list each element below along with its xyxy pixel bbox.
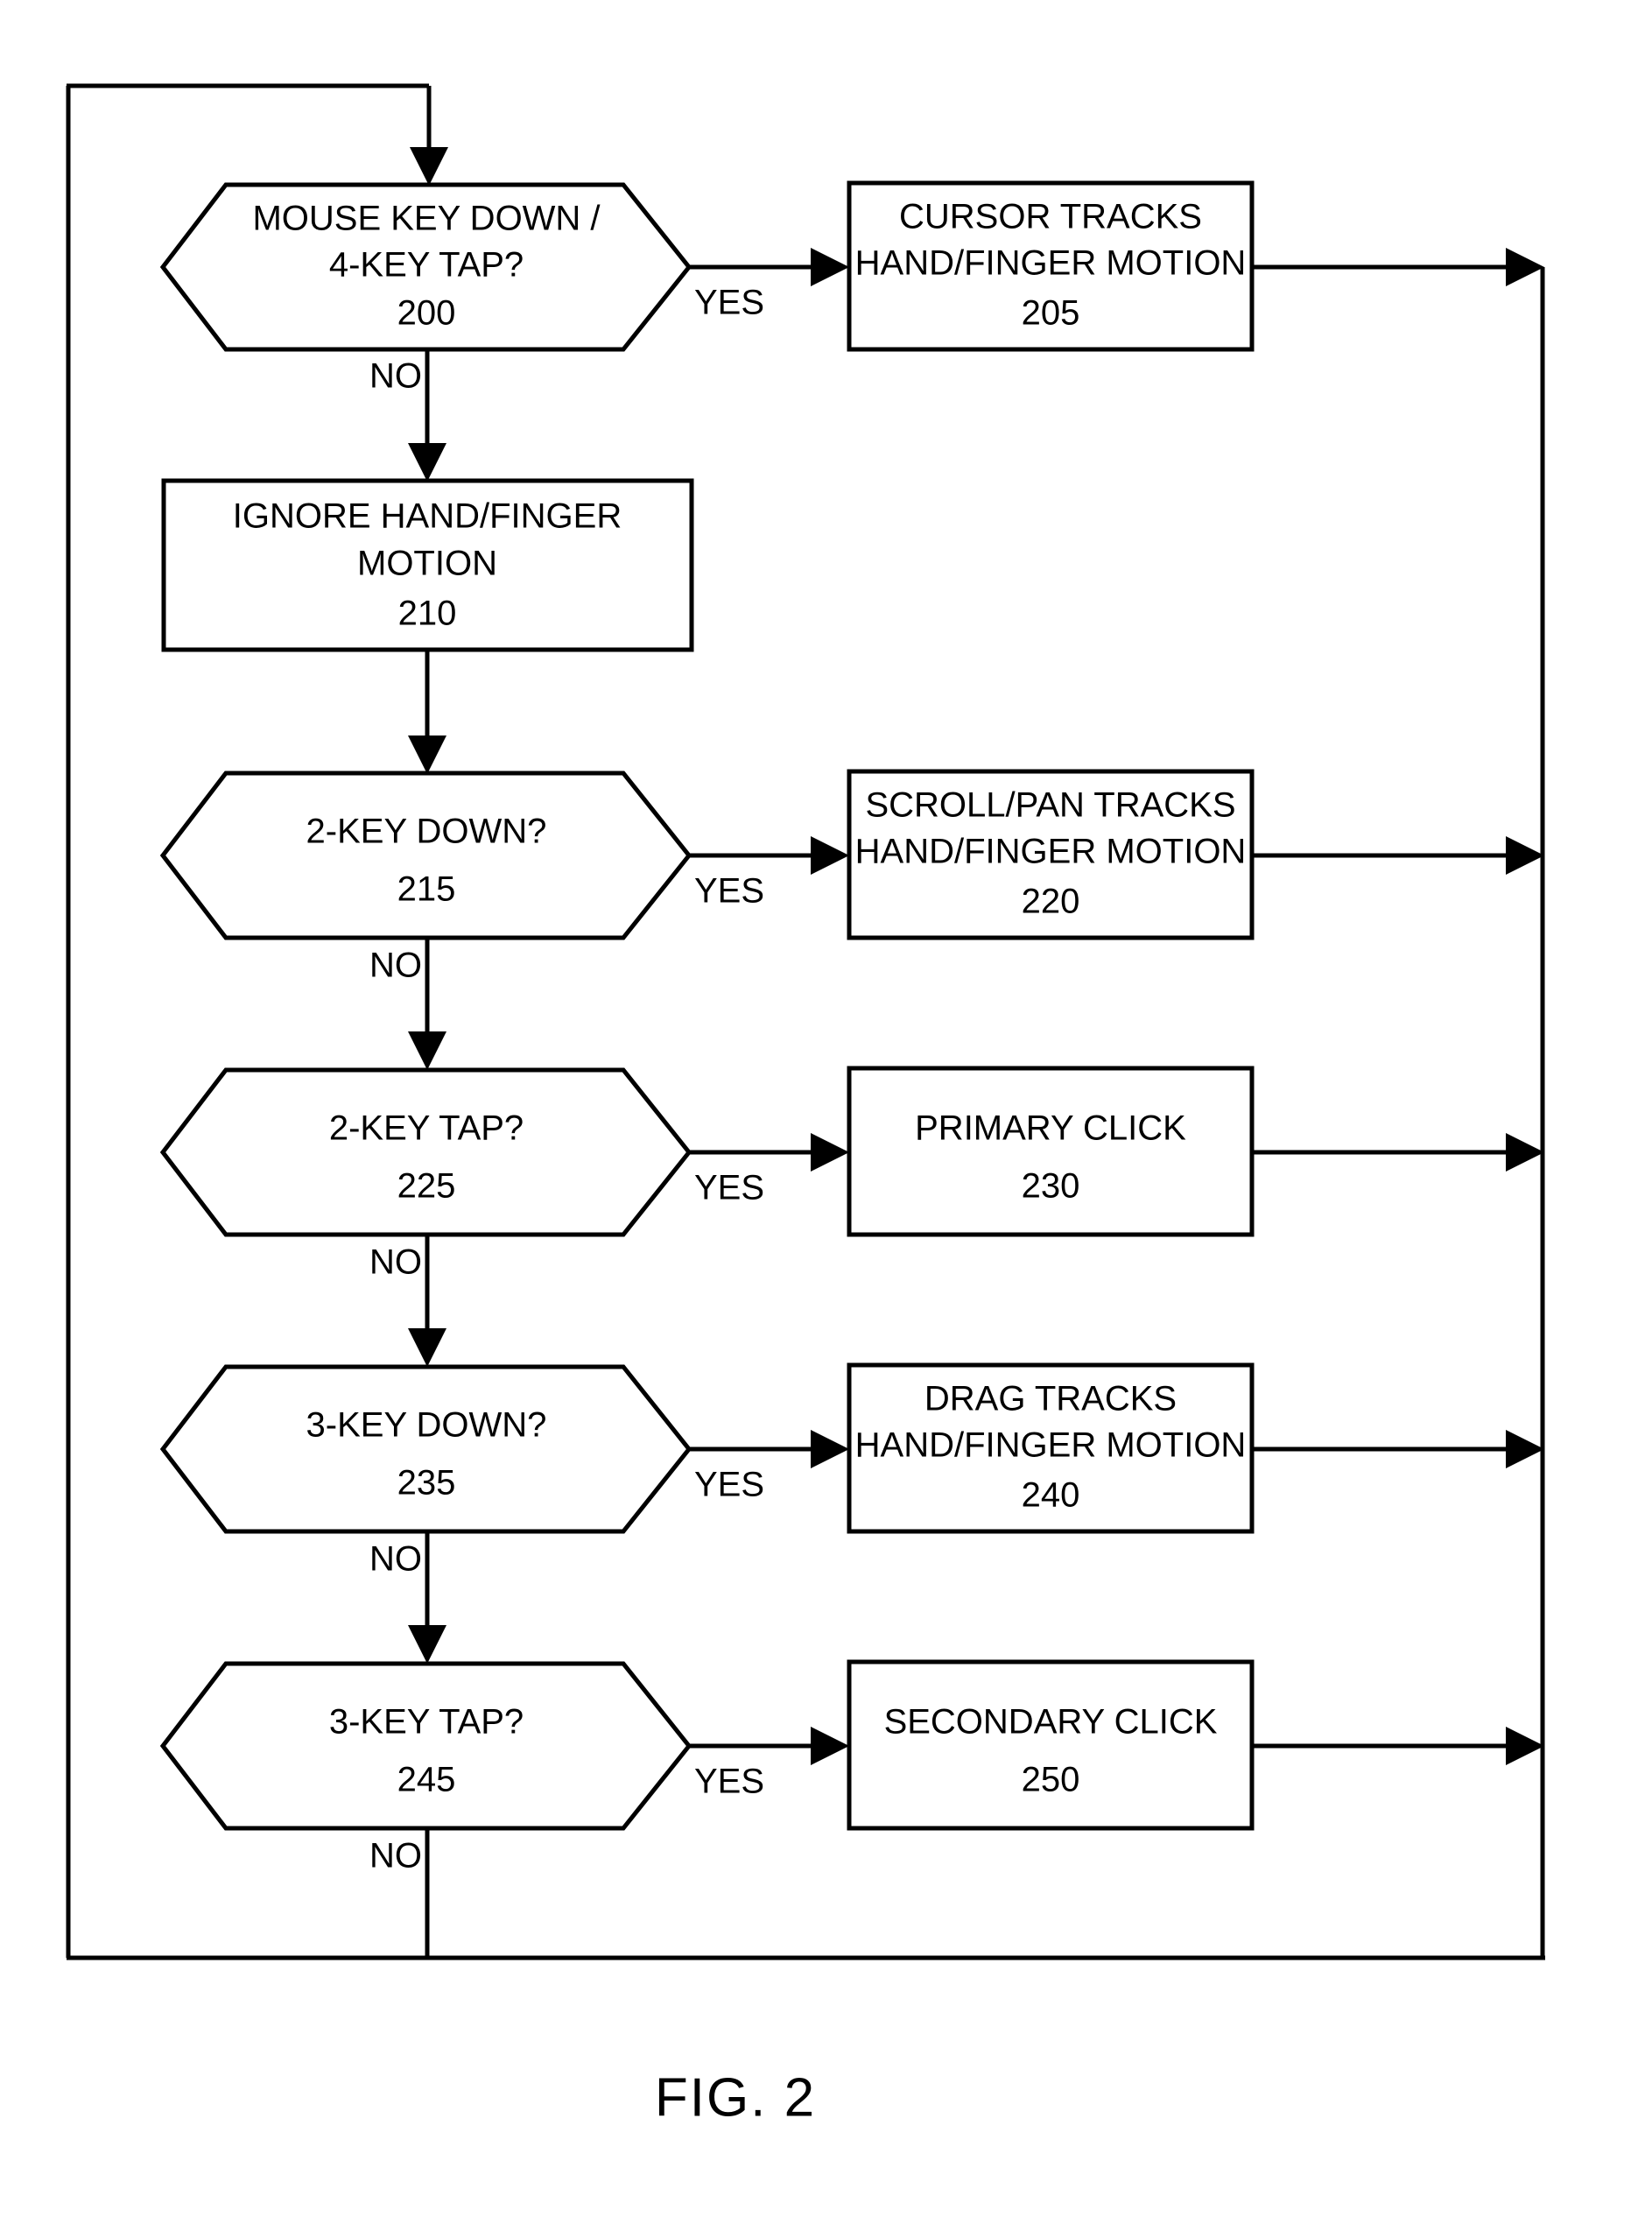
node-215-two-key-down-decision[interactable]: 2-KEY DOWN? 215 [159,771,692,940]
edge-235-no: NO [369,1531,446,1664]
node-215-line1: 2-KEY DOWN? [306,813,547,851]
node-200-mouse-key-down-decision[interactable]: MOUSE KEY DOWN / 4-KEY TAP? 200 [159,182,692,352]
flowchart-canvas: MOUSE KEY DOWN / 4-KEY TAP? 200 YES NO C… [66,83,1545,2128]
node-205-line1: CURSOR TRACKS [899,198,1202,236]
edge-230-to-return-bus [1252,1133,1544,1172]
node-245-ref: 245 [397,1761,456,1799]
edge-215-no: NO [369,938,446,1070]
edge-240-to-return-bus [1252,1430,1544,1468]
edge-200-no: NO [369,349,446,482]
edge-205-to-return-bus [1252,248,1544,286]
edge-label-no-235: NO [369,1540,422,1579]
node-250-secondary-click-action[interactable]: SECONDARY CLICK 250 [847,1659,1255,1831]
edge-label-yes-235: YES [694,1466,764,1504]
node-240-line1: DRAG TRACKS [924,1380,1177,1418]
edge-250-to-return-bus [1252,1727,1544,1765]
edge-220-to-return-bus [1252,836,1544,875]
node-225-two-key-tap-decision[interactable]: 2-KEY TAP? 225 [159,1067,692,1237]
node-230-line1: PRIMARY CLICK [915,1109,1186,1148]
node-250-ref: 250 [1022,1761,1080,1799]
node-230-primary-click-action[interactable]: PRIMARY CLICK 230 [847,1066,1255,1237]
node-235-line1: 3-KEY DOWN? [306,1406,547,1445]
node-215-ref: 215 [397,870,456,909]
node-200-line2: 4-KEY TAP? [329,246,524,285]
node-205-ref: 205 [1022,294,1080,333]
edge-200-yes: YES [689,248,849,322]
node-220-line2: HAND/FINGER MOTION [855,833,1247,871]
entry-arrow [410,86,448,186]
edge-label-yes-225: YES [694,1169,764,1207]
node-230-ref: 230 [1022,1167,1080,1206]
node-200-line1: MOUSE KEY DOWN / [252,200,601,238]
node-235-ref: 235 [397,1464,456,1503]
node-220-line1: SCROLL/PAN TRACKS [865,786,1235,825]
figure-caption: FIG. 2 [655,2067,816,2128]
node-210-ref: 210 [398,595,457,633]
edge-label-yes-200: YES [694,284,764,322]
edge-225-no: NO [369,1235,446,1367]
edge-245-no: NO [369,1828,430,1958]
node-240-drag-tracks-action[interactable]: DRAG TRACKS HAND/FINGER MOTION 240 [847,1362,1255,1534]
edge-210-to-215 [408,650,446,774]
edge-235-yes: YES [689,1430,849,1504]
edge-label-no-200: NO [369,357,422,396]
node-225-line1: 2-KEY TAP? [329,1109,524,1148]
figure-root: MOUSE KEY DOWN / 4-KEY TAP? 200 YES NO C… [0,0,1652,2217]
node-210-line1: IGNORE HAND/FINGER [233,497,622,536]
node-240-ref: 240 [1022,1476,1080,1515]
node-210-line2: MOTION [357,545,497,583]
node-225-ref: 225 [397,1167,456,1206]
node-240-line2: HAND/FINGER MOTION [855,1426,1247,1465]
edge-label-no-215: NO [369,947,422,985]
node-250-line1: SECONDARY CLICK [884,1703,1218,1742]
node-200-ref: 200 [397,294,456,333]
edge-215-yes: YES [689,836,849,911]
edge-label-no-225: NO [369,1243,422,1282]
node-235-three-key-down-decision[interactable]: 3-KEY DOWN? 235 [159,1364,692,1534]
node-245-three-key-tap-decision[interactable]: 3-KEY TAP? 245 [159,1661,692,1831]
edge-225-yes: YES [689,1133,849,1207]
node-205-line2: HAND/FINGER MOTION [855,244,1247,283]
node-205-cursor-tracks-action[interactable]: CURSOR TRACKS HAND/FINGER MOTION 205 [847,180,1255,352]
edge-label-yes-215: YES [694,872,764,911]
node-220-scroll-pan-tracks-action[interactable]: SCROLL/PAN TRACKS HAND/FINGER MOTION 220 [847,769,1255,940]
edge-245-yes: YES [689,1727,849,1801]
node-245-line1: 3-KEY TAP? [329,1703,524,1742]
edge-label-no-245: NO [369,1837,422,1876]
node-210-ignore-motion-action[interactable]: IGNORE HAND/FINGER MOTION 210 [161,478,694,652]
node-220-ref: 220 [1022,883,1080,921]
edge-label-yes-245: YES [694,1763,764,1801]
